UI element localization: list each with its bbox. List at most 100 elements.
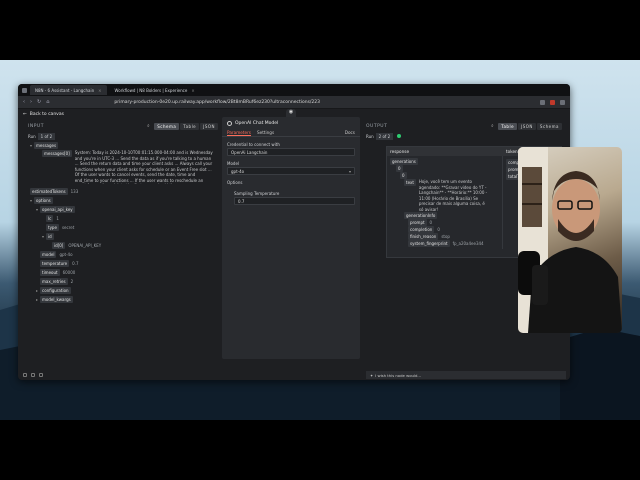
schema-value: 133: [70, 189, 79, 194]
schema-value: 1: [56, 216, 59, 221]
zoom-out-icon[interactable]: [39, 373, 43, 377]
json-key: prompt: [408, 219, 427, 226]
json-value: Hoje, você tem um evento agendado: **Gra…: [418, 179, 488, 212]
tab-bar: N8N - 6 Assistant - Langchain × Workflow…: [18, 84, 570, 96]
tab-parameters[interactable]: Parameters: [227, 130, 251, 136]
schema-key: timeout: [40, 269, 60, 276]
sampling-label: Sampling Temperature: [234, 191, 280, 196]
tab-label: Workflowd | N8 Bolders | Experience: [114, 87, 188, 93]
json-value: 0: [437, 227, 440, 232]
schema-key: model_kwargs: [40, 296, 73, 303]
node-title[interactable]: OpenAI Chat Model: [235, 121, 278, 126]
url-input[interactable]: primary-production-0e20.up.railway.app/w…: [114, 100, 535, 105]
run-value[interactable]: 2 of 2: [375, 133, 394, 140]
close-icon[interactable]: ×: [98, 88, 101, 93]
credential-label: Credential to connect with: [227, 142, 280, 147]
json-value: stop: [441, 234, 450, 239]
chevron-down-icon[interactable]: ▾: [30, 198, 32, 203]
json-key: 0: [396, 165, 403, 172]
reload-icon[interactable]: ↻: [37, 99, 41, 105]
chevron-down-icon[interactable]: ▾: [30, 143, 32, 148]
extension-icon[interactable]: [560, 99, 565, 105]
schema-key: type: [46, 224, 59, 231]
chevron-down-icon: ▾: [348, 168, 351, 174]
tab-settings[interactable]: Settings: [257, 130, 274, 135]
schema-value: 2: [70, 279, 74, 284]
schema-key: lc: [46, 215, 54, 222]
json-value: fp_a20a4ee344: [452, 241, 484, 246]
schema-key: openai_api_key: [40, 206, 75, 213]
lightbulb-icon: ✦: [370, 372, 374, 378]
browser-window: N8N - 6 Assistant - Langchain × Workflow…: [18, 84, 570, 380]
back-arrow-icon[interactable]: ←: [23, 112, 27, 117]
schema-value: gpt-4o: [59, 252, 73, 257]
zoom-in-icon[interactable]: [31, 373, 35, 377]
schema-key: configuration: [40, 287, 71, 294]
view-tab-json[interactable]: JSON: [518, 122, 536, 130]
extension-icon[interactable]: [550, 99, 555, 105]
forward-arrow-icon[interactable]: ›: [30, 99, 32, 105]
success-icon: [397, 134, 402, 138]
schema-value: System: Today is 2024-10-10T00:01:15.000…: [74, 150, 213, 184]
response-cell: generations 0 0 text Hoje, você tem um e…: [387, 156, 503, 249]
schema-key: max_retries: [40, 278, 68, 285]
search-icon[interactable]: ⌕: [147, 123, 150, 129]
view-tab-table[interactable]: Table: [498, 122, 518, 130]
run-value[interactable]: 1 of 2: [37, 133, 56, 140]
feedback-text: I wish this node would...: [375, 372, 422, 378]
view-tab-schema[interactable]: Schema: [154, 122, 180, 130]
tab-label: N8N - 6 Assistant - Langchain: [35, 87, 95, 93]
schema-key: temperature: [40, 260, 70, 267]
schema-key: id[0]: [52, 242, 66, 249]
schema-key: model: [40, 251, 57, 258]
view-tab-schema[interactable]: Schema: [536, 122, 562, 130]
schema-value: secret: [61, 225, 75, 230]
output-title: OUTPUT: [366, 123, 388, 129]
run-selector[interactable]: Run 1 of 2: [24, 132, 222, 141]
chevron-down-icon[interactable]: ▾: [36, 207, 38, 212]
home-icon[interactable]: ⌂: [46, 99, 49, 105]
column-header: response: [390, 149, 410, 154]
extension-icon[interactable]: [540, 99, 545, 105]
back-arrow-icon[interactable]: ‹: [23, 99, 25, 105]
browser-tab[interactable]: Workflowd | N8 Bolders | Experience ×: [110, 85, 200, 95]
back-to-canvas-link[interactable]: Back to canvas: [30, 112, 64, 117]
docs-link[interactable]: Docs: [345, 130, 355, 135]
presenter-video: [518, 147, 622, 333]
schema-key: options: [34, 197, 53, 204]
json-key: system_fingerprint: [408, 240, 450, 247]
browser-tab-active[interactable]: N8N - 6 Assistant - Langchain ×: [30, 85, 107, 95]
view-tab-table[interactable]: Table: [180, 122, 200, 130]
json-key: finish_reason: [408, 233, 439, 240]
openai-icon: [227, 120, 232, 126]
run-selector[interactable]: Run 2 of 2: [362, 132, 566, 141]
address-bar: ‹ › ↻ ⌂ primary-production-0e20.up.railw…: [18, 96, 570, 109]
json-key: generations: [390, 158, 418, 165]
browser-menu-icon[interactable]: [22, 87, 27, 93]
chevron-right-icon[interactable]: ▸: [36, 288, 38, 293]
schema-value: 0.7: [72, 261, 79, 266]
chevron-right-icon[interactable]: ▸: [36, 297, 38, 302]
schema-key: messages[0]: [42, 150, 72, 157]
credential-select[interactable]: OpenAi Langchain: [227, 148, 355, 156]
json-key: completion: [408, 226, 435, 233]
view-tab-json[interactable]: JSON: [200, 122, 218, 130]
close-icon[interactable]: ×: [191, 88, 194, 93]
json-key: 0: [400, 172, 407, 179]
run-label: Run: [366, 134, 374, 139]
chevron-down-icon[interactable]: ▾: [42, 234, 44, 239]
options-label: Options: [227, 180, 243, 185]
model-select[interactable]: gpt-4o ▾: [227, 167, 355, 175]
model-value: gpt-4o: [231, 168, 245, 174]
node-parameters-panel: ◉ OpenAI Chat Model Parameters Settings …: [222, 109, 360, 359]
feedback-input[interactable]: ✦ I wish this node would...: [366, 371, 566, 379]
model-label: Model: [227, 161, 240, 166]
search-icon[interactable]: ⌕: [491, 123, 494, 129]
run-label: Run: [28, 134, 36, 139]
zoom-fit-icon[interactable]: [23, 373, 27, 377]
desktop-background: N8N - 6 Assistant - Langchain × Workflow…: [0, 60, 640, 420]
webcam-overlay: [518, 147, 622, 333]
schema-value: 60000: [62, 270, 76, 275]
input-title: INPUT: [28, 123, 44, 129]
sampling-input[interactable]: 0.7: [234, 197, 355, 205]
